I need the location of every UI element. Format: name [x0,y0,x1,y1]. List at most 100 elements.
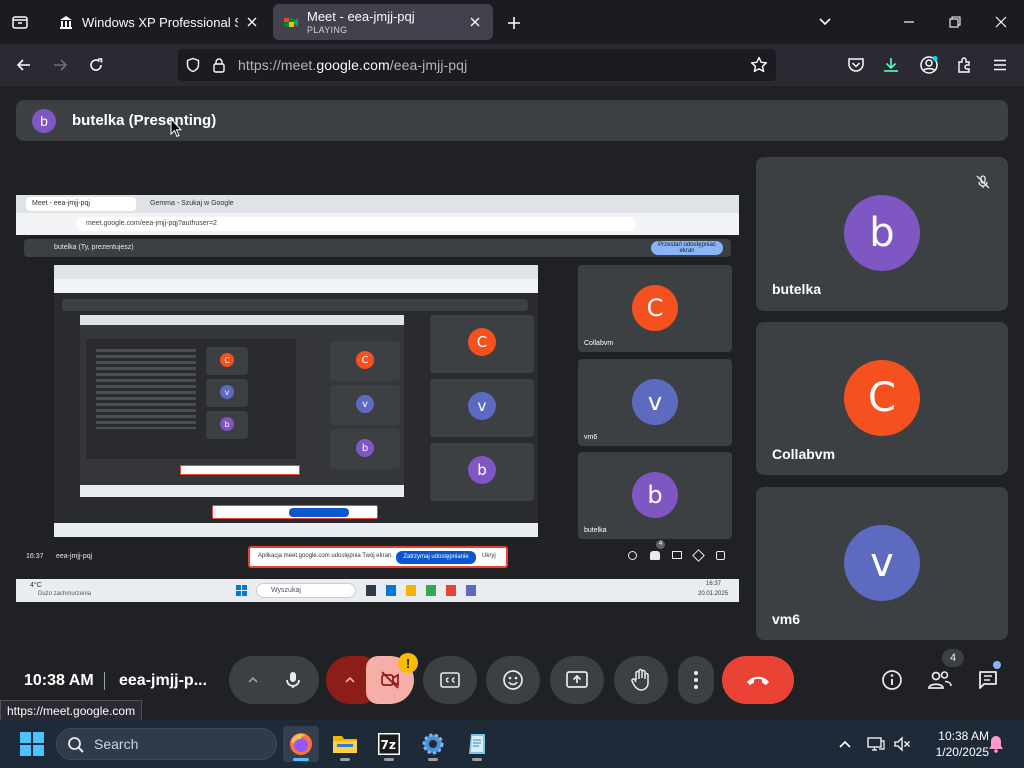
forward-arrow-icon[interactable] [45,50,75,80]
inner-tile-name: Collabvm [584,340,614,347]
inner-notice-stop-button: Zatrzymaj udostępnianie [396,551,476,564]
inner-share-notice: Aplikacja meet.google.com udostępnia Twó… [248,546,508,568]
nested-shared-screen-l3: C v b C v b [80,315,404,497]
reactions-button[interactable] [486,656,540,704]
present-screen-button[interactable] [550,656,604,704]
shield-icon[interactable] [184,56,202,74]
more-options-button[interactable] [678,656,714,704]
list-all-tabs-icon[interactable] [0,0,40,44]
reload-icon[interactable] [81,50,111,80]
system-date: 1/20/2025 [935,745,989,759]
nested-tile-collabvm: C [430,315,534,373]
meeting-info-icon[interactable] [878,666,906,694]
inner-stop-sharing-button: Przestań udostępniać ekran [651,241,723,255]
inner-tile-name: vm6 [584,434,598,441]
people-icon[interactable] [926,666,954,694]
chat-notification-dot [993,661,1001,669]
lock-icon[interactable] [210,56,228,74]
taskbar-file-explorer[interactable] [327,726,363,762]
taskbar-notepad[interactable] [459,726,495,762]
participant-tile-collabvm[interactable]: C Collabvm [756,322,1008,475]
bookmark-star-icon[interactable] [750,56,768,74]
presenter-label: butelka (Presenting) [72,112,217,129]
participant-count-badge: 4 [942,649,964,667]
account-icon[interactable] [914,50,944,80]
nested-share-notice [212,505,378,519]
inner-tile-collabvm: C Collabvm [578,265,732,352]
inner-tray-clock: 16:37 [706,581,722,587]
minimize-icon[interactable] [886,0,932,44]
downloads-icon[interactable] [876,50,906,80]
back-arrow-icon[interactable] [9,50,39,80]
gear-icon [422,733,444,755]
nested-tabbar [54,265,538,279]
presenter-bar[interactable]: b butelka (Presenting) [16,100,1008,141]
inner-presenter-label: butelka (Ty, prezentujesz) [54,244,134,251]
inner-browser-navbar: meet.google.com/eea-jmjj-pqj?authuser=2 [16,213,739,235]
close-tab-icon[interactable] [467,14,483,30]
mic-off-icon [972,171,994,193]
camera-off-icon [381,671,399,689]
close-window-icon[interactable] [978,0,1024,44]
meeting-time: 10:38 AM [24,672,94,689]
nested-tile-butelka: b [430,443,534,501]
menu-hamburger-icon[interactable] [985,50,1015,80]
close-tab-icon[interactable] [244,14,260,30]
inner-weather-desc: Dużo zachmurzenia [38,591,92,597]
participant-tile-butelka[interactable]: b butelka [756,157,1008,311]
inner-browser-tabbar: Meet - eea-jmjj-pqj Gemma - Szukaj w Goo… [16,195,739,213]
inner-tray-date: 20.01.2025 [698,591,729,597]
inner-url-bar: meet.google.com/eea-jmjj-pqj?authuser=2 [76,217,636,231]
status-bar-url: https://meet.google.com [0,700,143,722]
taskbar-search[interactable]: Search [56,728,277,760]
inner-avatar: b [632,472,678,518]
chevron-down-icon[interactable] [802,0,848,44]
notification-bell-icon[interactable] [986,734,1006,754]
inner-control-icons [628,549,728,562]
restore-icon[interactable] [932,0,978,44]
browser-nav-bar: https://meet.google.com/eea-jmjj-pqj [0,44,1024,86]
url-bar[interactable]: https://meet.google.com/eea-jmjj-pqj [178,49,776,81]
museum-icon [58,14,74,30]
inner-meet-view: butelka (Ty, prezentujesz) Przestań udos… [16,235,739,579]
hang-up-icon [747,676,769,685]
warning-icon: ! [398,653,418,673]
taskbar-settings[interactable] [415,726,451,762]
inner-search-box: Wyszukaj [256,583,356,598]
inner-tile-name: butelka [584,527,607,534]
inner-presenter-bar: butelka (Ty, prezentujesz) Przestań udos… [24,239,731,257]
divider [104,672,105,690]
pocket-icon[interactable] [841,50,871,80]
inner-clock: 16:37 [26,553,44,560]
url-text[interactable]: https://meet.google.com/eea-jmjj-pqj [238,57,467,73]
emoji-icon [503,670,523,690]
volume-muted-icon[interactable] [892,734,912,754]
shared-screen[interactable]: Meet - eea-jmjj-pqj Gemma - Szukaj w Goo… [16,195,739,602]
taskbar-7zip[interactable]: 7z [371,726,407,762]
chevron-up-icon[interactable] [835,734,855,754]
url-prefix: https://meet. [238,57,317,73]
more-vert-icon [694,671,698,689]
participant-name: Collabvm [772,446,836,462]
meeting-code[interactable]: eea-jmjj-p... [119,672,207,690]
firefox-icon [290,733,312,755]
leave-call-button[interactable] [722,656,794,704]
taskbar-firefox[interactable] [283,726,319,762]
windows-start-icon[interactable] [20,732,44,756]
tab-windows-xp[interactable]: Windows XP Professional SP3 x86 [48,4,270,40]
inner-weather-temp: 4°C [30,582,42,589]
participant-tile-vm6[interactable]: v vm6 [756,487,1008,640]
inner-count-badge: 4 [656,540,665,549]
network-display-icon[interactable] [866,734,886,754]
captions-button[interactable] [423,656,477,704]
extensions-icon[interactable] [950,50,980,80]
tab-meet[interactable]: Meet - eea-jmjj-pqj PLAYING [273,4,493,40]
chevron-up-icon[interactable] [243,670,263,690]
microphone-icon[interactable] [279,666,307,694]
chat-icon[interactable] [974,666,1002,694]
new-tab-icon[interactable] [503,12,525,34]
system-clock[interactable]: 10:38 AM 1/20/2025 [919,728,989,760]
raise-hand-button[interactable] [614,656,668,704]
windows-taskbar: Search 7z 10:38 AM 1/20/2025 [0,720,1024,768]
closed-captions-icon [440,672,460,688]
